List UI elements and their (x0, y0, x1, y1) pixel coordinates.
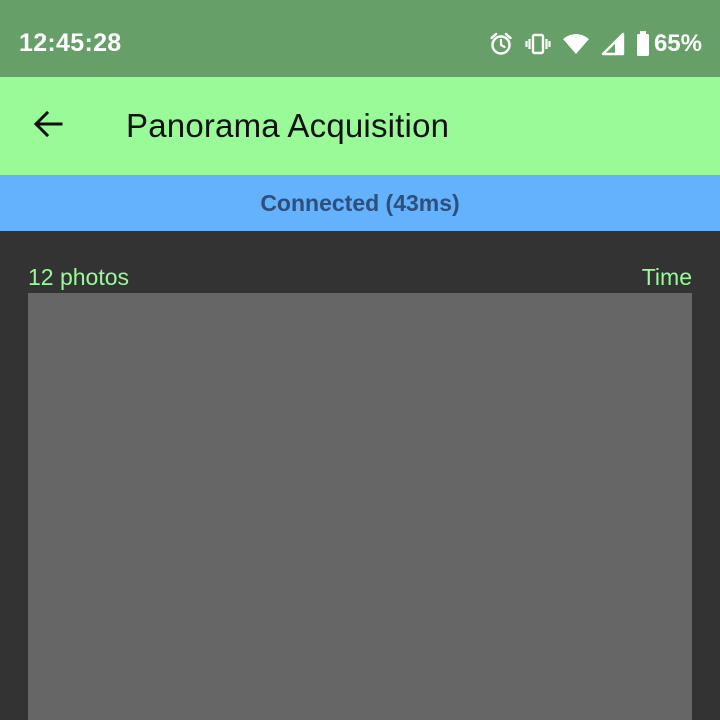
page-title: Panorama Acquisition (126, 107, 450, 144)
wifi-icon (562, 32, 590, 56)
app-bar: Panorama Acquisition (0, 77, 720, 175)
back-button[interactable] (24, 102, 72, 150)
status-time: 12:45:28 (19, 29, 122, 57)
photo-gallery-area[interactable] (28, 293, 692, 720)
alarm-icon (488, 31, 514, 57)
arrow-left-icon (32, 108, 64, 145)
connection-status-text: Connected (43ms) (260, 189, 460, 216)
status-bar: 12:45:28 65% (0, 0, 720, 77)
signal-icon (601, 32, 625, 56)
battery-icon (636, 31, 650, 57)
connection-status-banner: Connected (43ms) (0, 175, 720, 231)
vibrate-icon (525, 31, 551, 57)
status-icons: 65% (477, 30, 702, 58)
battery-percent: 65% (653, 30, 702, 57)
photo-count-label: 12 photos (28, 264, 130, 290)
sort-by-time-button[interactable]: Time (642, 264, 692, 291)
